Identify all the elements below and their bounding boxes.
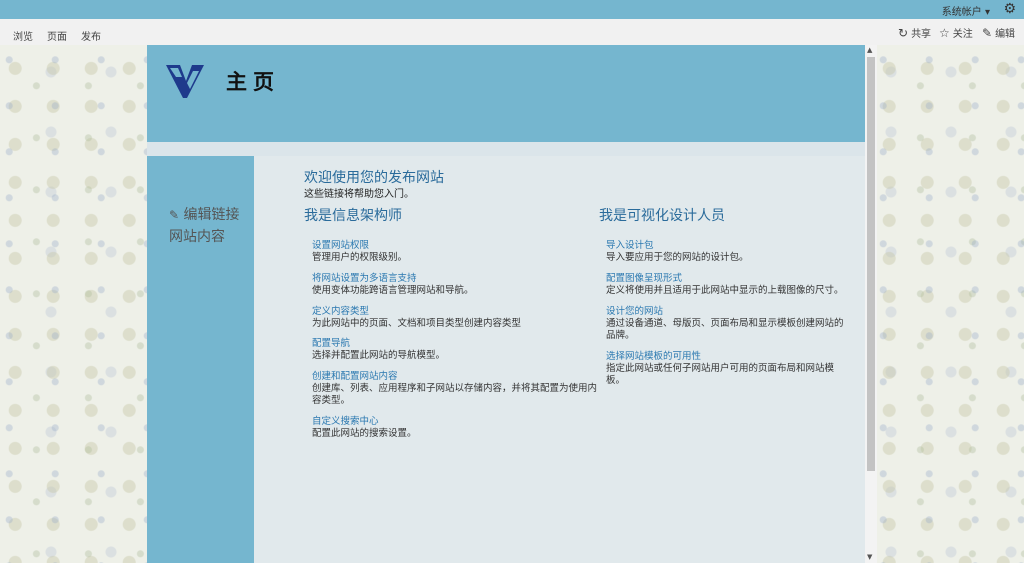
gear-icon[interactable]: ⚙ xyxy=(1003,1,1016,17)
ribbon: 浏览 页面 发布 ↻ 共享 ☆ 关注 ✎ 编辑 xyxy=(0,19,1024,45)
site-contents-link[interactable]: 网站内容 xyxy=(169,226,225,246)
item-link[interactable]: 创建和配置网站内容 xyxy=(312,371,602,383)
welcome-heading: 欢迎使用您的发布网站 xyxy=(304,170,444,186)
edit-links-label: 编辑链接 xyxy=(183,207,240,223)
list-item: 自定义搜索中心 配置此网站的搜索设置。 xyxy=(312,416,602,440)
architect-heading: 我是信息架构师 xyxy=(304,208,402,224)
item-description: 选择并配置此网站的导航模型。 xyxy=(312,350,446,361)
list-item: 配置图像呈现形式 定义将使用并且适用于此网站中显示的上载图像的尺寸。 xyxy=(606,273,844,297)
tab-publish[interactable]: 发布 xyxy=(81,28,101,43)
item-link[interactable]: 配置导航 xyxy=(312,338,602,350)
account-menu[interactable]: 系统帐户 ▾ xyxy=(942,3,990,18)
edit-links-link[interactable]: ✎ 编辑链接 xyxy=(169,204,240,224)
follow-label: 关注 xyxy=(952,29,973,40)
designer-heading: 我是可视化设计人员 xyxy=(599,208,725,224)
site-title: 主页 xyxy=(226,69,280,94)
welcome-subtitle: 这些链接将帮助您入门。 xyxy=(304,189,414,200)
share-button[interactable]: ↻ 共享 xyxy=(898,25,932,41)
scroll-down-icon[interactable]: ▼ xyxy=(867,553,872,561)
list-item: 导入设计包 导入要应用于您的网站的设计包。 xyxy=(606,240,844,264)
left-navigation: ✎ 编辑链接 网站内容 xyxy=(147,156,254,563)
list-item: 创建和配置网站内容 创建库、列表、应用程序和子网站以存储内容，并将其配置为使用内… xyxy=(312,371,602,407)
star-icon: ☆ xyxy=(939,25,950,40)
item-link[interactable]: 定义内容类型 xyxy=(312,306,602,318)
item-description: 管理用户的权限级别。 xyxy=(312,252,408,263)
list-item: 配置导航 选择并配置此网站的导航模型。 xyxy=(312,338,602,362)
item-description: 使用变体功能跨语言管理网站和导航。 xyxy=(312,285,474,296)
list-item: 设计您的网站 通过设备通道、母版页、页面布局和显示模板创建网站的品牌。 xyxy=(606,306,844,342)
item-description: 导入要应用于您的网站的设计包。 xyxy=(606,252,749,263)
vertical-scrollbar[interactable]: ▲ ▼ xyxy=(865,45,877,563)
follow-button[interactable]: ☆ 关注 xyxy=(939,25,973,41)
item-description: 定义将使用并且适用于此网站中显示的上载图像的尺寸。 xyxy=(606,285,844,296)
suite-bar: 系统帐户 ▾ ⚙ xyxy=(0,0,1024,19)
site-logo[interactable] xyxy=(166,65,204,99)
item-description: 为此网站中的页面、文档和项目类型创建内容类型 xyxy=(312,318,522,329)
item-link[interactable]: 自定义搜索中心 xyxy=(312,416,602,428)
scroll-up-icon[interactable]: ▲ xyxy=(867,46,872,54)
item-link[interactable]: 导入设计包 xyxy=(606,240,844,252)
list-item: 选择网站模板的可用性 指定此网站或任何子网站用户可用的页面布局和网站模板。 xyxy=(606,351,844,387)
list-item: 设置网站权限 管理用户的权限级别。 xyxy=(312,240,602,264)
item-description: 指定此网站或任何子网站用户可用的页面布局和网站模板。 xyxy=(606,363,835,386)
item-description: 配置此网站的搜索设置。 xyxy=(312,428,417,439)
pencil-icon: ✎ xyxy=(169,208,180,222)
scrollbar-thumb[interactable] xyxy=(867,57,875,471)
item-description: 通过设备通道、母版页、页面布局和显示模板创建网站的品牌。 xyxy=(606,318,844,341)
item-link[interactable]: 选择网站模板的可用性 xyxy=(606,351,844,363)
edit-label: 编辑 xyxy=(995,29,1016,40)
edit-button[interactable]: ✎ 编辑 xyxy=(982,25,1016,41)
item-description: 创建库、列表、应用程序和子网站以存储内容，并将其配置为使用内容类型。 xyxy=(312,383,598,406)
item-link[interactable]: 设置网站权限 xyxy=(312,240,602,252)
pencil-icon: ✎ xyxy=(982,25,993,40)
list-item: 将网站设置为多语言支持 使用变体功能跨语言管理网站和导航。 xyxy=(312,273,602,297)
share-label: 共享 xyxy=(911,29,932,40)
item-link[interactable]: 设计您的网站 xyxy=(606,306,844,318)
item-link[interactable]: 配置图像呈现形式 xyxy=(606,273,844,285)
item-link[interactable]: 将网站设置为多语言支持 xyxy=(312,273,602,285)
tab-browse[interactable]: 浏览 xyxy=(13,28,33,43)
list-item: 定义内容类型 为此网站中的页面、文档和项目类型创建内容类型 xyxy=(312,306,602,330)
share-icon: ↻ xyxy=(898,25,909,40)
tab-page[interactable]: 页面 xyxy=(47,28,67,43)
